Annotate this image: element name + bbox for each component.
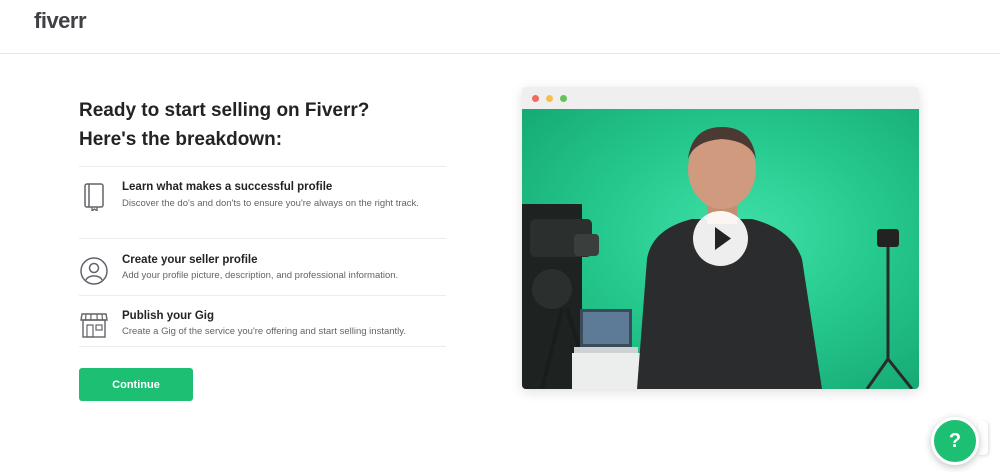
storefront-icon (80, 313, 108, 338)
window-minimize-dot (546, 95, 553, 102)
fiverr-logo[interactable]: fiverr (34, 8, 87, 34)
step-title: Learn what makes a successful profile (122, 181, 333, 193)
steps-list: Learn what makes a successful profile Di… (79, 166, 446, 347)
continue-button[interactable]: Continue (79, 368, 193, 401)
step-title: Create your seller profile (122, 254, 258, 266)
step-description: Create a Gig of the service you're offer… (122, 326, 406, 337)
play-button[interactable] (693, 211, 748, 266)
step-successful-profile: Learn what makes a successful profile Di… (79, 166, 446, 238)
window-maximize-dot (560, 95, 567, 102)
play-icon (715, 227, 731, 250)
page-heading: Ready to start selling on Fiverr? Here's… (79, 100, 370, 150)
top-header: fiverr (0, 0, 1000, 54)
step-title: Publish your Gig (122, 310, 215, 322)
window-close-dot (532, 95, 539, 102)
step-seller-profile: Create your seller profile Add your prof… (79, 238, 446, 295)
step-description: Discover the do's and don'ts to ensure y… (122, 198, 419, 209)
help-button[interactable]: ? (931, 417, 979, 465)
help-drag-handle[interactable] (978, 421, 988, 455)
book-icon (84, 183, 104, 211)
video-browser-frame (522, 87, 919, 389)
intro-video[interactable] (522, 109, 919, 389)
step-description: Add your profile picture, description, a… (122, 270, 399, 281)
browser-title-bar (522, 87, 919, 109)
user-profile-icon (80, 257, 108, 285)
step-publish-gig: Publish your Gig Create a Gig of the ser… (79, 295, 446, 347)
